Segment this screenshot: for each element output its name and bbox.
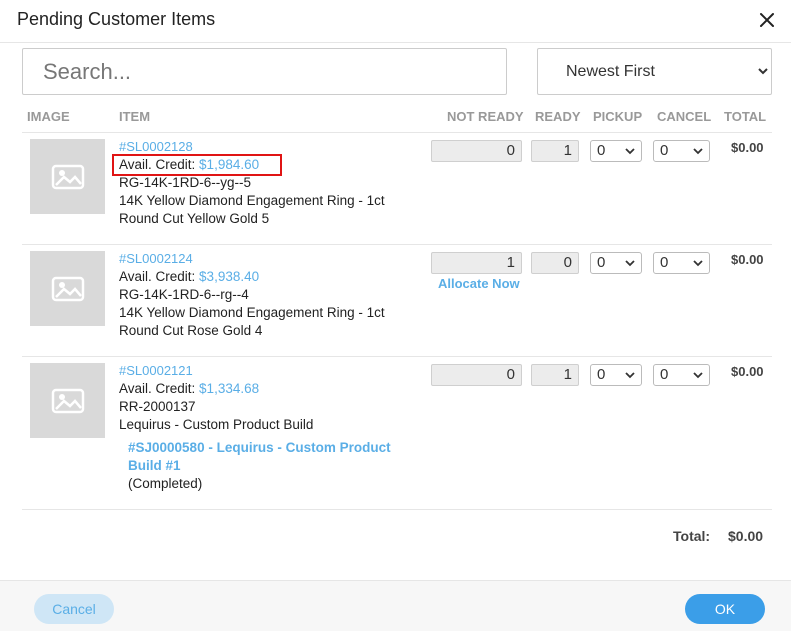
grand-total-label: Total: bbox=[673, 528, 711, 544]
credit-value: $1,334.68 bbox=[199, 381, 260, 396]
item-sku: RG-14K-1RD-6--yg--5 bbox=[119, 175, 252, 190]
cancel-select[interactable]: 0 bbox=[653, 364, 710, 386]
not-ready-qty: 1 bbox=[431, 252, 522, 274]
product-image-placeholder bbox=[30, 251, 105, 326]
dialog-header: Pending Customer Items bbox=[0, 0, 791, 43]
column-header-item: ITEM bbox=[119, 109, 151, 124]
chevron-down-icon bbox=[625, 148, 635, 155]
job-link-continued[interactable]: Build #1 bbox=[128, 457, 181, 475]
item-sku: RG-14K-1RD-6--rg--4 bbox=[119, 287, 249, 302]
order-link[interactable]: #SL0002124 bbox=[119, 251, 193, 266]
item-description: Lequirus - Custom Product Build bbox=[119, 417, 314, 432]
product-image-placeholder bbox=[30, 363, 105, 438]
item-sku: RR-2000137 bbox=[119, 399, 196, 414]
cancel-value: 0 bbox=[660, 366, 669, 383]
credit-highlight-box bbox=[112, 154, 282, 176]
pickup-value: 0 bbox=[597, 142, 606, 159]
available-credit: Avail. Credit: $3,938.40 bbox=[119, 268, 259, 286]
column-header-not-ready: NOT READY bbox=[447, 109, 524, 124]
close-icon[interactable] bbox=[757, 10, 777, 30]
chevron-down-icon bbox=[693, 372, 703, 379]
row-total: $0.00 bbox=[731, 140, 764, 155]
pickup-select[interactable]: 0 bbox=[590, 252, 642, 274]
item-description: 14K Yellow Diamond Engagement Ring - 1ct bbox=[119, 193, 385, 208]
chevron-down-icon bbox=[625, 372, 635, 379]
cancel-select[interactable]: 0 bbox=[653, 252, 710, 274]
chevron-down-icon bbox=[693, 148, 703, 155]
item-description-2: Round Cut Yellow Gold 5 bbox=[119, 211, 270, 226]
pickup-value: 0 bbox=[597, 366, 606, 383]
chevron-down-icon bbox=[693, 260, 703, 267]
product-image-placeholder bbox=[30, 139, 105, 214]
ready-qty: 1 bbox=[531, 140, 579, 162]
column-header-total: TOTAL bbox=[724, 109, 767, 124]
credit-value: $3,938.40 bbox=[199, 269, 260, 284]
not-ready-qty: 0 bbox=[431, 364, 522, 386]
allocate-now-link[interactable]: Allocate Now bbox=[438, 276, 520, 291]
sort-select[interactable]: Newest First bbox=[537, 48, 772, 95]
search-input[interactable] bbox=[22, 48, 507, 95]
credit-label: Avail. Credit: bbox=[119, 269, 196, 284]
pending-items-dialog: Pending Customer Items Newest First IMAG… bbox=[0, 0, 791, 631]
image-placeholder-icon bbox=[51, 276, 84, 301]
credit-label: Avail. Credit: bbox=[119, 381, 196, 396]
row-total: $0.00 bbox=[731, 364, 764, 379]
not-ready-qty: 0 bbox=[431, 140, 522, 162]
column-header-pickup: PICKUP bbox=[593, 109, 643, 124]
item-description-2: Round Cut Rose Gold 4 bbox=[119, 323, 263, 338]
pickup-select[interactable]: 0 bbox=[590, 140, 642, 162]
image-placeholder-icon bbox=[51, 388, 84, 413]
cancel-value: 0 bbox=[660, 142, 669, 159]
column-header-ready: READY bbox=[535, 109, 581, 124]
dialog-title: Pending Customer Items bbox=[17, 9, 216, 29]
chevron-down-icon bbox=[625, 260, 635, 267]
row-total: $0.00 bbox=[731, 252, 764, 267]
pickup-value: 0 bbox=[597, 254, 606, 271]
cancel-button[interactable]: Cancel bbox=[34, 594, 114, 624]
job-link[interactable]: #SJ0000580 - Lequirus - Custom Product bbox=[128, 439, 391, 457]
column-header-image: IMAGE bbox=[27, 109, 70, 124]
cancel-value: 0 bbox=[660, 254, 669, 271]
item-description: 14K Yellow Diamond Engagement Ring - 1ct bbox=[119, 305, 385, 320]
order-link[interactable]: #SL0002121 bbox=[119, 363, 193, 378]
job-status: (Completed) bbox=[128, 476, 203, 491]
cancel-select[interactable]: 0 bbox=[653, 140, 710, 162]
available-credit: Avail. Credit: $1,334.68 bbox=[119, 380, 259, 398]
ready-qty: 0 bbox=[531, 252, 579, 274]
ok-button[interactable]: OK bbox=[685, 594, 765, 624]
order-link[interactable]: #SL0002128 bbox=[119, 139, 193, 154]
dialog-footer: Cancel OK bbox=[0, 580, 791, 631]
column-header-cancel: CANCEL bbox=[657, 109, 712, 124]
grand-total-value: $0.00 bbox=[728, 528, 764, 544]
ready-qty: 1 bbox=[531, 364, 579, 386]
image-placeholder-icon bbox=[51, 164, 84, 189]
pickup-select[interactable]: 0 bbox=[590, 364, 642, 386]
